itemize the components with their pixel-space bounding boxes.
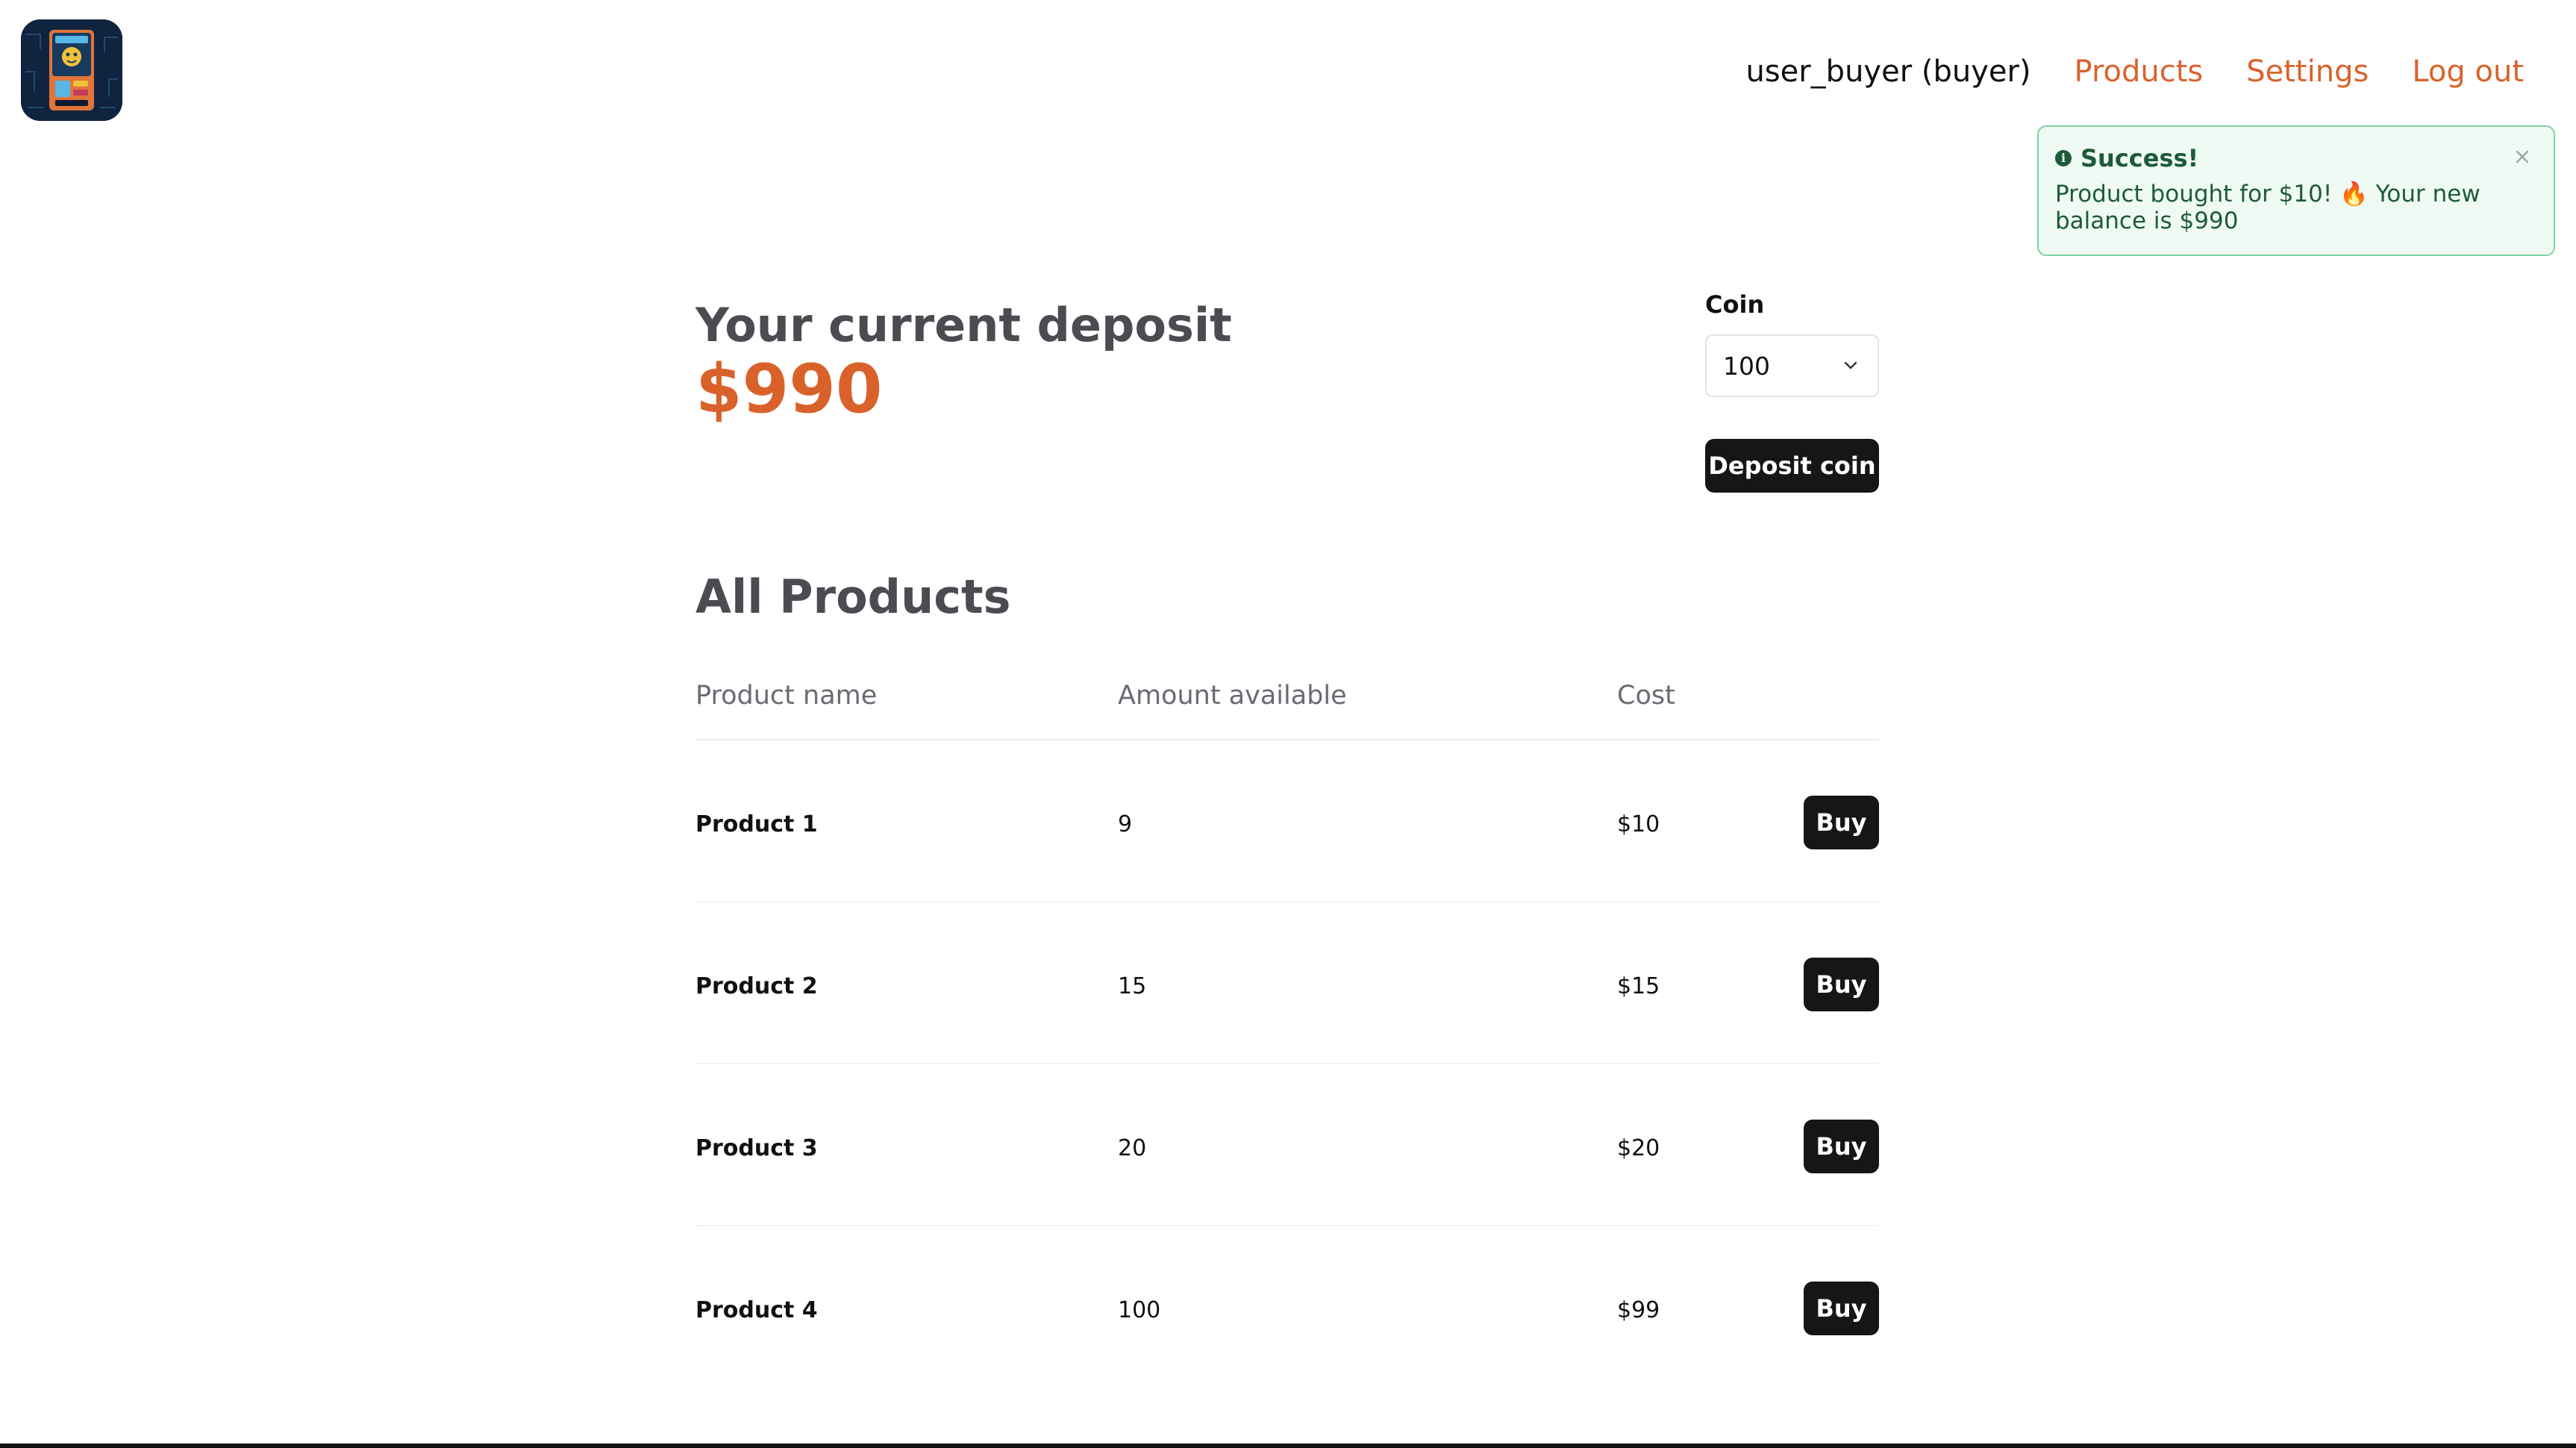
coin-select[interactable]: 100 (1705, 334, 1879, 397)
products-table: Product name Amount available Cost Produ… (695, 672, 1879, 1388)
product-amount: 20 (1118, 1135, 1147, 1161)
product-cost: $15 (1617, 973, 1660, 999)
success-toast: i Success! Product bought for $10! 🔥 You… (2037, 125, 2555, 256)
product-name: Product 2 (695, 973, 818, 999)
top-nav: user_buyer (buyer) Products Settings Log… (1745, 49, 2524, 94)
product-amount: 9 (1118, 811, 1133, 837)
column-header-product-name: Product name (695, 681, 878, 711)
nav-link-products[interactable]: Products (2075, 49, 2204, 94)
coin-selected-value: 100 (1723, 351, 1770, 381)
column-header-amount-available: Amount available (1118, 681, 1347, 711)
coin-form: Coin 100 Deposit coin (1705, 290, 1879, 493)
product-name: Product 1 (695, 811, 818, 837)
product-cost: $99 (1617, 1297, 1660, 1323)
product-name: Product 3 (695, 1135, 818, 1161)
table-header: Product name Amount available Cost (695, 672, 1879, 740)
page: user_buyer (buyer) Products Settings Log… (0, 0, 2576, 1448)
toast-title: Success! (2081, 144, 2199, 172)
buy-button[interactable]: Buy (1804, 796, 1879, 849)
nav-link-settings[interactable]: Settings (2246, 49, 2369, 94)
info-icon: i (2055, 150, 2072, 166)
buy-button[interactable]: Buy (1804, 1282, 1879, 1335)
coin-label: Coin (1705, 290, 1765, 319)
product-cost: $20 (1617, 1135, 1660, 1161)
table-row: Product 1 9 $10 Buy (695, 740, 1879, 902)
column-header-cost: Cost (1617, 681, 1675, 711)
product-amount: 100 (1118, 1297, 1161, 1323)
products-title: All Products (695, 569, 1011, 624)
table-row: Product 2 15 $15 Buy (695, 902, 1879, 1064)
table-row: Product 4 100 $99 Buy (695, 1226, 1879, 1388)
toast-header: i Success! (2055, 143, 2537, 173)
vending-machine-logo-icon[interactable] (21, 19, 122, 121)
close-icon[interactable] (2510, 145, 2534, 169)
user-label: user_buyer (buyer) (1745, 54, 2031, 89)
product-cost: $10 (1617, 811, 1660, 837)
product-amount: 15 (1118, 973, 1147, 999)
nav-link-log-out[interactable]: Log out (2412, 49, 2524, 94)
window-bottom-edge (0, 1444, 2576, 1448)
toast-message: Product bought for $10! 🔥 Your new balan… (2055, 181, 2480, 234)
deposit-coin-button[interactable]: Deposit coin (1705, 439, 1879, 493)
deposit-value: $990 (695, 350, 883, 428)
deposit-label: Your current deposit (695, 298, 1232, 352)
table-row: Product 3 20 $20 Buy (695, 1064, 1879, 1226)
chevron-down-icon (1840, 355, 1861, 376)
buy-button[interactable]: Buy (1804, 1120, 1879, 1173)
product-name: Product 4 (695, 1297, 818, 1323)
buy-button[interactable]: Buy (1804, 958, 1879, 1011)
